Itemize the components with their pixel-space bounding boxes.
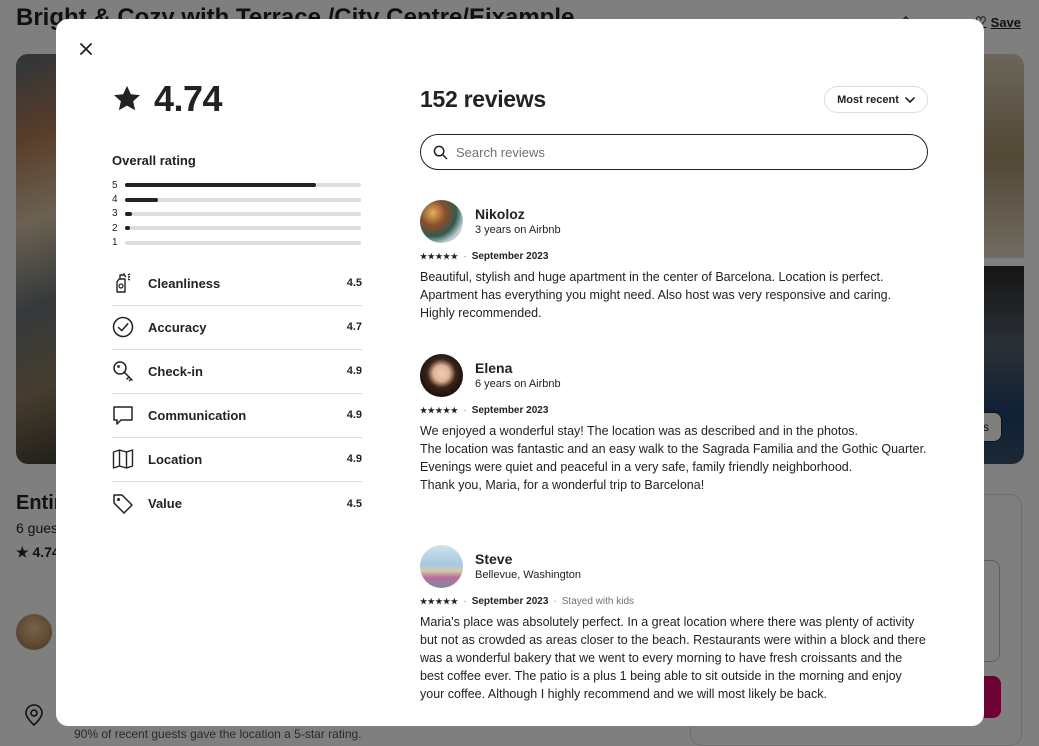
close-button[interactable]: [74, 37, 98, 61]
review-paragraph: Thank you, Maria, for a wonderful trip t…: [420, 478, 705, 492]
separator-dot: ·: [463, 405, 467, 416]
reviewer-avatar[interactable]: [420, 353, 463, 397]
rating-summary: 4.74 Overall rating 5 4 3 2 1 Cleanlines…: [112, 77, 362, 526]
search-input[interactable]: [456, 144, 896, 160]
chevron-down-icon: [905, 96, 915, 103]
category-label: Communication: [148, 407, 247, 423]
category-score: 4.9: [346, 365, 362, 378]
distribution-bar: [125, 226, 361, 231]
review-stars: ★★★★★: [420, 406, 459, 415]
review-date: September 2023: [471, 596, 549, 607]
distribution-stars: 2: [112, 222, 118, 234]
review-text: Beautiful, stylish and huge apartment in…: [420, 268, 928, 322]
category-accuracy: Accuracy 4.7: [112, 306, 362, 350]
distribution-bar: [125, 197, 361, 202]
category-label: Location: [148, 451, 203, 467]
reviewer-avatar[interactable]: [420, 544, 463, 588]
spray-bottle-icon: [112, 272, 134, 294]
review-paragraph: The location was fantastic and an easy w…: [420, 442, 927, 456]
distribution-bar-fill: [125, 197, 159, 202]
reviews-modal: 4.74 Overall rating 5 4 3 2 1 Cleanlines…: [56, 19, 984, 726]
review-stars: ★★★★★: [420, 252, 459, 261]
price-tag-icon: [112, 493, 134, 515]
distribution-row: 1: [112, 236, 362, 250]
category-communication: Communication 4.9: [112, 394, 362, 438]
reviewer-name: Elena: [475, 360, 513, 376]
distribution-bar: [125, 183, 361, 188]
distribution-row: 5: [112, 178, 362, 192]
chat-bubble-icon: [112, 404, 134, 426]
reviewer-name: Steve: [475, 551, 513, 567]
category-score: 4.5: [346, 497, 362, 510]
category-score: 4.7: [346, 321, 362, 334]
separator-dot: ·: [553, 596, 557, 607]
overall-rating-heading: 4.74: [112, 77, 362, 121]
sort-dropdown[interactable]: Most recent: [824, 86, 928, 113]
review-paragraph: Evenings were quiet and peaceful in a ve…: [420, 460, 853, 474]
distribution-bar-fill: [125, 226, 130, 231]
search-icon: [433, 145, 448, 159]
category-label: Accuracy: [148, 319, 207, 335]
sort-label: Most recent: [837, 93, 899, 106]
distribution-stars: 3: [112, 208, 118, 220]
reviewer-avatar[interactable]: [420, 199, 463, 243]
distribution-stars: 5: [112, 179, 118, 191]
distribution-bar: [125, 211, 361, 216]
key-icon: [112, 360, 134, 382]
rating-distribution: 5 4 3 2 1: [112, 178, 362, 250]
star-icon: [114, 85, 140, 111]
category-check-in: Check-in 4.9: [112, 350, 362, 394]
reviewer-subtitle: Bellevue, Washington: [475, 569, 581, 581]
review-header: Steve Bellevue, Washington: [420, 544, 928, 588]
distribution-bar-fill: [125, 183, 317, 188]
category-cleanliness: Cleanliness 4.5: [112, 262, 362, 306]
search-reviews-field[interactable]: [420, 134, 928, 170]
review-header: Nikoloz 3 years on Airbnb: [420, 199, 928, 243]
close-icon: [80, 43, 92, 55]
category-value: Value 4.5: [112, 482, 362, 526]
review-meta: ★★★★★ · September 2023: [420, 251, 928, 262]
review-header: Elena 6 years on Airbnb: [420, 353, 928, 397]
separator-dot: ·: [463, 596, 467, 607]
distribution-row: 4: [112, 192, 362, 206]
check-circle-icon: [112, 316, 134, 338]
category-score: 4.9: [346, 453, 362, 466]
distribution-bar: [125, 240, 361, 245]
distribution-row: 2: [112, 221, 362, 235]
category-ratings: Cleanliness 4.5 Accuracy 4.7 Check-in 4.…: [112, 262, 362, 526]
reviewer-subtitle: 6 years on Airbnb: [475, 378, 561, 390]
reviews-count-heading: 152 reviews: [420, 86, 546, 112]
review-stars: ★★★★★: [420, 597, 459, 606]
overall-rating-label: Overall rating: [112, 153, 196, 168]
review-paragraph: We enjoyed a wonderful stay! The locatio…: [420, 424, 859, 438]
review-trip-type: Stayed with kids: [561, 596, 635, 607]
review-paragraph: Beautiful, stylish and huge apartment in…: [420, 270, 892, 320]
distribution-row: 3: [112, 207, 362, 221]
map-icon: [112, 448, 134, 470]
category-location: Location 4.9: [112, 438, 362, 482]
reviewer-name: Nikoloz: [475, 206, 525, 222]
category-score: 4.9: [346, 409, 362, 422]
separator-dot: ·: [463, 251, 467, 262]
reviewer-subtitle: 3 years on Airbnb: [475, 224, 561, 236]
distribution-bar-fill: [125, 211, 133, 216]
distribution-stars: 1: [112, 237, 118, 249]
review-text: We enjoyed a wonderful stay! The locatio…: [420, 422, 928, 494]
category-label: Check-in: [148, 363, 203, 379]
category-score: 4.5: [346, 277, 362, 290]
overall-rating-value: 4.74: [154, 78, 223, 119]
review-item: Nikoloz 3 years on Airbnb ★★★★★ · Septem…: [420, 199, 928, 322]
review-date: September 2023: [471, 405, 549, 416]
review-item: Steve Bellevue, Washington ★★★★★ · Septe…: [420, 544, 928, 703]
review-meta: ★★★★★ · September 2023 · Stayed with kid…: [420, 596, 928, 607]
distribution-stars: 4: [112, 194, 118, 206]
category-label: Cleanliness: [148, 275, 221, 291]
review-date: September 2023: [471, 251, 549, 262]
review-meta: ★★★★★ · September 2023: [420, 405, 928, 416]
review-item: Elena 6 years on Airbnb ★★★★★ · Septembe…: [420, 353, 928, 494]
review-paragraph: Maria's place was absolutely perfect. In…: [420, 615, 926, 701]
review-text: Maria's place was absolutely perfect. In…: [420, 613, 928, 703]
category-label: Value: [148, 496, 182, 512]
